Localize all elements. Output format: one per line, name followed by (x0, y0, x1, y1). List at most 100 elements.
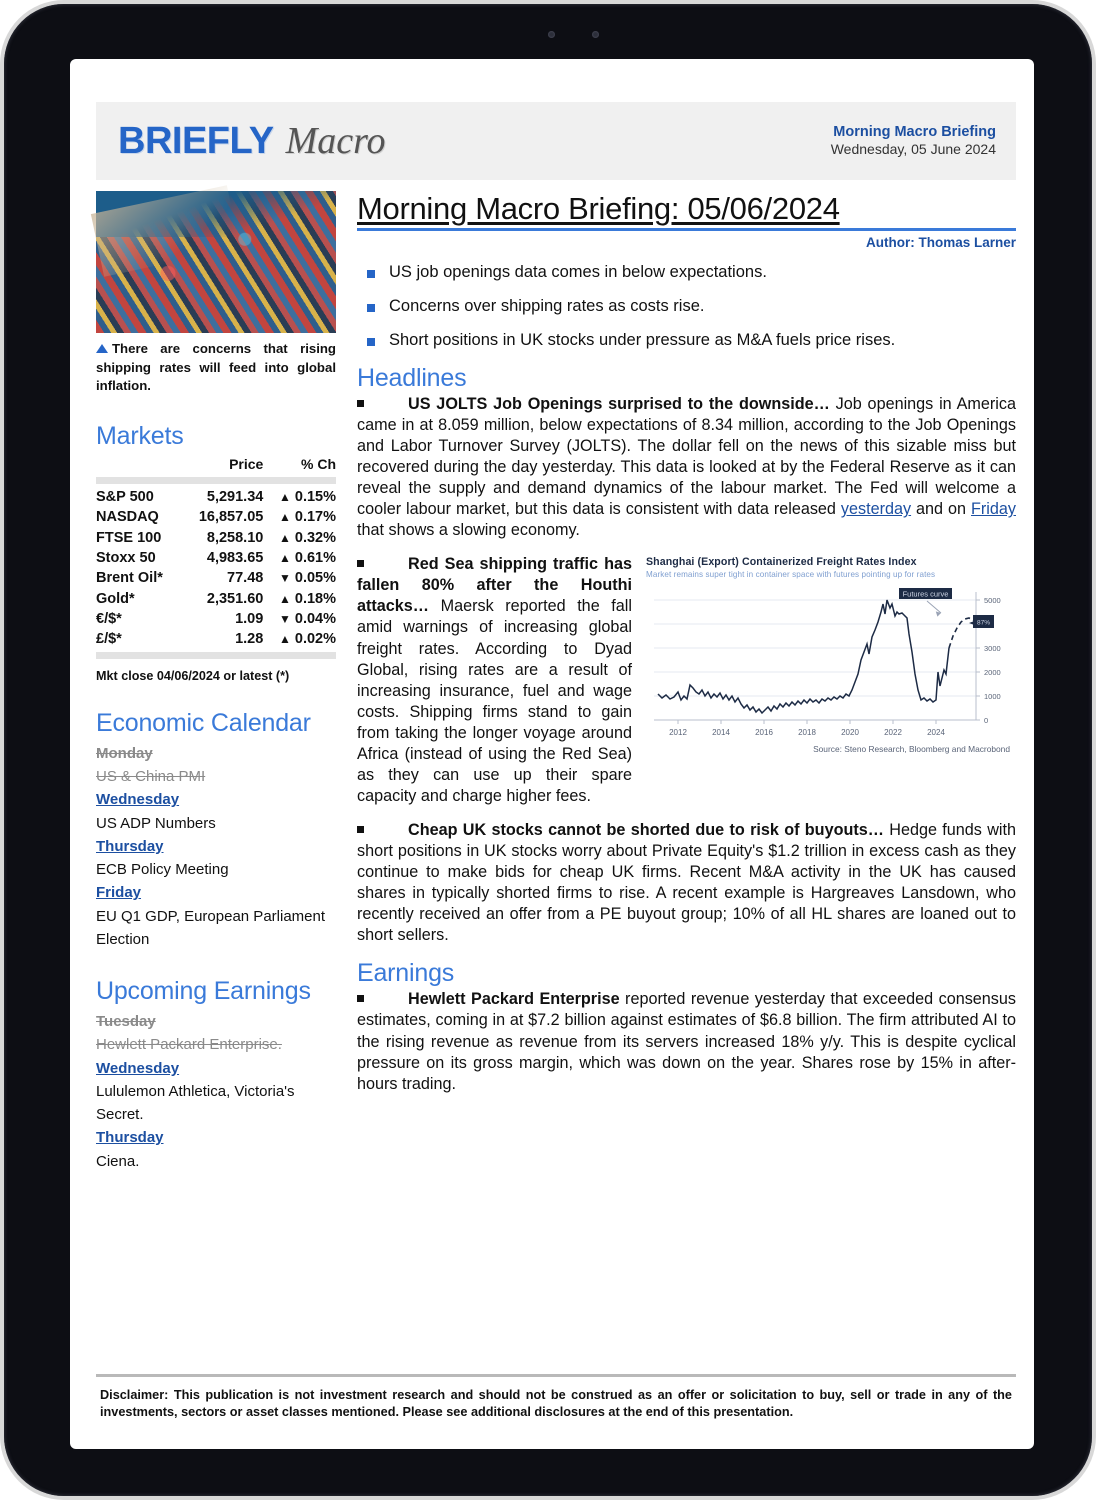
market-change: ▼ 0.04% (263, 609, 336, 629)
svg-text:2024: 2024 (927, 728, 945, 737)
headline-story-ukstocks: Cheap UK stocks cannot be shorted due to… (357, 820, 1016, 946)
story-body-end: that shows a slowing economy. (357, 521, 580, 540)
markets-note: Mkt close 04/06/2024 or latest (*) (96, 668, 290, 683)
markets-header-row: Price % Ch (96, 455, 336, 475)
table-row: Brent Oil* 77.48 ▼ 0.05% (96, 568, 336, 588)
table-row: NASDAQ 16,857.05 ▲ 0.17% (96, 507, 336, 527)
market-name: £/$* (96, 631, 122, 648)
table-row: FTSE 100 8,258.10 ▲ 0.32% (96, 527, 336, 547)
upcoming-earnings-heading: Upcoming Earnings (96, 977, 311, 1006)
shipping-port-photo (96, 191, 336, 333)
svg-text:1000: 1000 (984, 692, 1001, 701)
market-price: 5,291.34 (206, 488, 264, 505)
arrow-up-icon: ▲ (278, 550, 291, 565)
photo-caption-text: There are concerns that rising shipping … (96, 341, 336, 394)
market-change: ▲ 0.32% (263, 527, 336, 547)
masthead-meta: Morning Macro Briefing Wednesday, 05 Jun… (831, 123, 996, 159)
page-footer: Disclaimer: This publication is not inve… (96, 1373, 1016, 1422)
market-name: S&P 500 (96, 488, 154, 505)
market-change: ▼ 0.05% (263, 568, 336, 588)
market-change: ▲ 0.15% (263, 487, 336, 507)
front-camera-icon (548, 31, 555, 38)
svg-text:2018: 2018 (798, 728, 816, 737)
list-item-day[interactable]: Friday (96, 881, 340, 904)
market-name: FTSE 100 (96, 529, 162, 546)
svg-text:87%: 87% (977, 620, 990, 627)
square-bullet-icon (357, 560, 364, 568)
chart-annotation-futures-curve: Futures curve (899, 588, 952, 600)
disclaimer-text: Disclaimer: This publication is not inve… (100, 1387, 1012, 1420)
table-row: S&P 500 5,291.34 ▲ 0.15% (96, 487, 336, 507)
market-change-value: 0.05% (294, 570, 336, 587)
svg-text:2014: 2014 (712, 728, 730, 737)
list-item: US ADP Numbers (96, 814, 216, 832)
sidebar: There are concerns that rising shipping … (96, 191, 340, 1173)
markets-bottom-rule (96, 650, 336, 661)
list-item-day[interactable]: Wednesday (96, 788, 340, 811)
market-change-value: 0.18% (294, 590, 336, 607)
table-row: £/$* 1.28 ▲ 0.02% (96, 629, 336, 649)
market-price: 16,857.05 (198, 509, 264, 526)
footer-divider (96, 1373, 1016, 1377)
list-item: Hewlett Packard Enterprise. (96, 1036, 282, 1054)
tablet-screen: BRIEFLY Macro Morning Macro Briefing Wed… (70, 59, 1034, 1449)
markets-heading: Markets (96, 422, 184, 451)
upcoming-earnings-list: Tuesday Hewlett Packard Enterprise. Wedn… (96, 1010, 340, 1173)
headline-story-jolts: US JOLTS Job Openings surprised to the d… (357, 394, 1016, 541)
list-item: Concerns over shipping rates as costs ri… (357, 296, 1016, 318)
list-item: EU Q1 GDP, European Parliament Election (96, 907, 326, 948)
market-price: 2,351.60 (206, 590, 264, 607)
link-friday[interactable]: Friday (971, 500, 1016, 518)
economic-calendar-list: Monday US & China PMI Wednesday US ADP N… (96, 742, 340, 951)
market-name: NASDAQ (96, 509, 159, 526)
market-change-value: 0.04% (294, 611, 336, 628)
market-price: 1.28 (235, 631, 264, 648)
chart-title: Shanghai (Export) Containerized Freight … (646, 556, 917, 569)
svg-text:5000: 5000 (984, 596, 1001, 605)
market-price: 1.09 (235, 611, 264, 628)
chart-subtitle: Market remains super tight in container … (646, 570, 936, 580)
story-body: Maersk reported the fall amid warnings o… (357, 597, 632, 805)
square-bullet-icon (357, 995, 364, 1003)
earnings-story-hpe: Hewlett Packard Enterprise reported reve… (357, 989, 1016, 1094)
market-name: Gold* (96, 590, 135, 607)
market-name: Stoxx 50 (96, 549, 156, 566)
markets-col-change: % Ch (301, 456, 336, 473)
page-title: Morning Macro Briefing: 05/06/2024 (357, 191, 1016, 231)
square-bullet-icon (357, 399, 364, 407)
link-yesterday[interactable]: yesterday (841, 500, 911, 518)
svg-text:2020: 2020 (841, 728, 859, 737)
markets-top-rule (96, 475, 336, 486)
arrow-down-icon: ▼ (278, 571, 291, 586)
market-name: Brent Oil* (96, 570, 163, 587)
market-price: 8,258.10 (206, 529, 264, 546)
markets-col-price: Price (229, 456, 264, 473)
story-body-cont: and on (911, 500, 972, 519)
market-price: 77.48 (227, 570, 264, 587)
economic-calendar-heading: Economic Calendar (96, 708, 311, 737)
list-item-day[interactable]: Wednesday (96, 1057, 340, 1080)
table-row: €/$* 1.09 ▼ 0.04% (96, 609, 336, 629)
list-item-day[interactable]: Thursday (96, 835, 340, 858)
arrow-up-icon: ▲ (278, 591, 291, 606)
chart-source: Source: Steno Research, Bloomberg and Ma… (813, 744, 1010, 755)
arrow-up-icon: ▲ (278, 489, 291, 504)
svg-text:2000: 2000 (984, 668, 1001, 677)
market-change-value: 0.15% (294, 488, 336, 505)
svg-text:3000: 3000 (984, 644, 1001, 653)
market-change-value: 0.32% (294, 529, 336, 546)
table-row: Stoxx 50 4,983.65 ▲ 0.61% (96, 548, 336, 568)
market-price: 4,983.65 (206, 549, 264, 566)
newsletter-page: BRIEFLY Macro Morning Macro Briefing Wed… (96, 102, 1016, 1422)
svg-text:2022: 2022 (884, 728, 902, 737)
list-item: ECB Policy Meeting (96, 861, 229, 879)
logo-secondary-text: Macro (285, 120, 386, 162)
triangle-up-icon (96, 344, 108, 353)
page-columns: There are concerns that rising shipping … (96, 191, 1016, 1173)
svg-text:0: 0 (984, 716, 988, 725)
arrow-up-icon: ▲ (278, 530, 291, 545)
story-lead: Hewlett Packard Enterprise (408, 990, 620, 1009)
main-content: Morning Macro Briefing: 05/06/2024 Autho… (357, 191, 1016, 1173)
list-item-day[interactable]: Thursday (96, 1126, 340, 1149)
markets-table: Price % Ch S&P 500 5,291.34 ▲ 0.15% NASD… (96, 455, 336, 661)
